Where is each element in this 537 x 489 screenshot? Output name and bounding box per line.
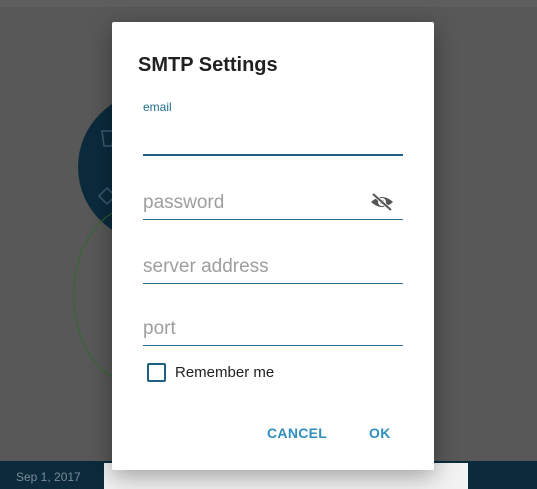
email-underline [143, 154, 403, 156]
email-field: email [143, 100, 403, 156]
remember-me-row[interactable]: Remember me [147, 363, 274, 382]
port-field [143, 314, 403, 346]
cancel-button[interactable]: CANCEL [267, 425, 327, 441]
background-top-strip [0, 0, 537, 7]
server-address-input[interactable] [143, 254, 363, 280]
smtp-settings-dialog: SMTP Settings email Remember me CANCEL O… [112, 22, 434, 470]
background-date: Sep 1, 2017 [16, 470, 81, 484]
eye-off-icon[interactable] [369, 192, 395, 212]
remember-me-label: Remember me [175, 364, 275, 381]
password-field [143, 188, 403, 220]
port-input[interactable] [143, 316, 363, 342]
password-input[interactable] [143, 190, 363, 216]
email-label: email [143, 100, 172, 114]
server-address-underline [143, 283, 403, 284]
port-underline [143, 345, 403, 346]
email-input[interactable] [143, 126, 363, 152]
dialog-title: SMTP Settings [138, 54, 278, 76]
ok-button[interactable]: OK [369, 425, 391, 441]
remember-me-checkbox[interactable] [147, 363, 166, 382]
server-address-field [143, 252, 403, 284]
password-underline [143, 219, 403, 220]
